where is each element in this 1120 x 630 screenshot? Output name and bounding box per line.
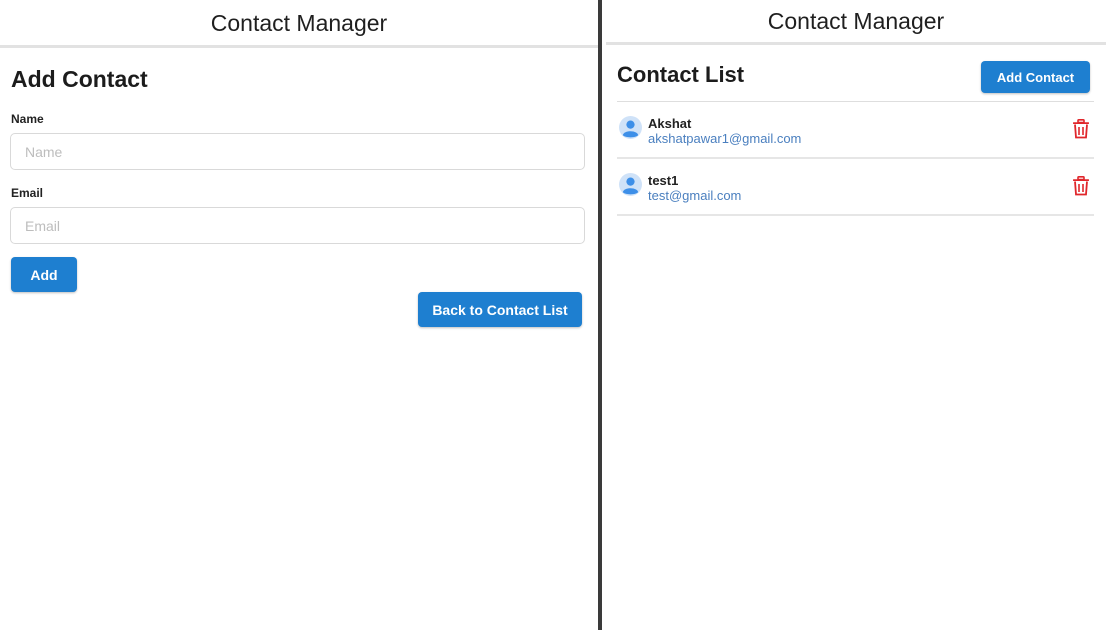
contact-email: akshatpawar1@gmail.com (648, 131, 802, 146)
name-label: Name (11, 112, 44, 126)
name-input[interactable] (10, 133, 585, 170)
user-avatar-icon (619, 173, 642, 196)
email-input[interactable] (10, 207, 585, 244)
trash-icon[interactable] (1072, 119, 1090, 139)
contact-name: Akshat (648, 116, 692, 131)
contact-list-item[interactable]: Akshat akshatpawar1@gmail.com (617, 102, 1094, 159)
contact-list-view: Contact Manager Contact List Add Contact… (602, 0, 1120, 630)
contact-name: test1 (648, 173, 679, 188)
add-contact-view: Contact Manager Add Contact Name Email A… (0, 0, 598, 630)
back-to-contact-list-button[interactable]: Back to Contact List (418, 292, 582, 327)
email-label: Email (11, 186, 44, 200)
contact-email: test@gmail.com (648, 188, 742, 203)
add-contact-button[interactable]: Add Contact (981, 61, 1090, 93)
user-avatar-icon (619, 116, 642, 139)
trash-icon[interactable] (1072, 176, 1090, 196)
contact-list-heading: Contact List (617, 62, 745, 87)
add-button[interactable]: Add (11, 257, 77, 292)
contact-list: Akshat akshatpawar1@gmail.com test1 test… (617, 102, 1094, 216)
add-contact-heading: Add Contact (11, 66, 148, 92)
contact-list-item[interactable]: test1 test@gmail.com (617, 159, 1094, 216)
app-header-title: Contact Manager (0, 0, 598, 48)
app-header-title: Contact Manager (606, 0, 1106, 45)
